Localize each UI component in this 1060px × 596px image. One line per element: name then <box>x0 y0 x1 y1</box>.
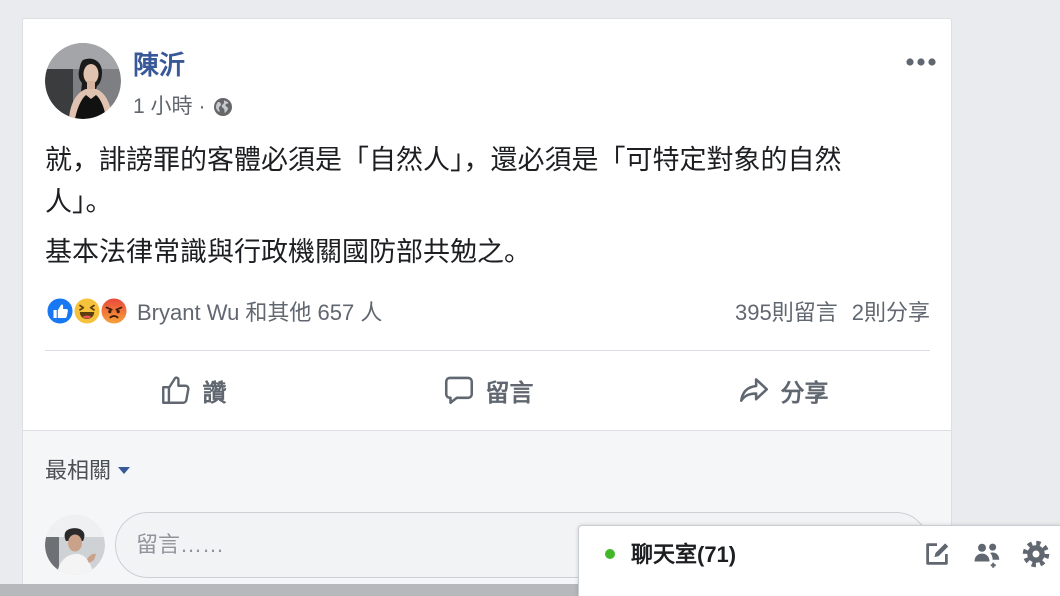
engagement-counts: 395則留言 2則分享 <box>735 295 930 327</box>
post-actions: 讚 留言 分享 <box>45 368 930 412</box>
post-card: 陳沂 1 小時 · 就，誹謗罪的客體必須是「自然人」，還必須是「可特定對象的自然… <box>22 18 952 431</box>
like-button-label: 讚 <box>202 379 227 407</box>
gear-icon[interactable] <box>1021 539 1051 569</box>
author-avatar[interactable] <box>45 43 121 119</box>
like-button[interactable]: 讚 <box>45 368 340 412</box>
globe-icon[interactable] <box>213 97 233 117</box>
thumbs-up-icon <box>159 373 193 407</box>
comment-button-label: 留言 <box>485 379 534 407</box>
friends-icon[interactable] <box>972 539 1002 569</box>
shares-count-link[interactable]: 2則分享 <box>852 295 930 327</box>
more-options-icon[interactable] <box>905 55 937 67</box>
post-paragraph: 基本法律常識與行政機關國防部共勉之。 <box>45 237 531 267</box>
reactions-summary-text: Bryant Wu 和其他 657 人 <box>137 300 383 325</box>
caret-down-icon <box>118 467 131 475</box>
like-reaction-icon <box>45 296 75 326</box>
angry-reaction-icon <box>99 296 129 326</box>
comments-count-link[interactable]: 395則留言 <box>735 295 838 327</box>
post-meta: 1 小時 · <box>133 93 233 121</box>
comment-icon <box>442 373 476 407</box>
chat-bar[interactable]: 聊天室(71) <box>578 525 1060 596</box>
online-status-dot <box>605 549 615 559</box>
reactions-bar: Bryant Wu 和其他 657 人 395則留言 2則分享 <box>45 294 930 328</box>
post-body: 就，誹謗罪的客體必須是「自然人」，還必須是「可特定對象的自然人」。 基本法律常識… <box>45 139 875 281</box>
haha-reaction-icon <box>72 296 102 326</box>
divider <box>45 350 930 351</box>
commenter-avatar[interactable] <box>45 515 105 575</box>
post-time[interactable]: 1 小時 <box>133 93 193 121</box>
reactions-summary[interactable]: Bryant Wu 和其他 657 人 <box>45 295 382 327</box>
share-icon <box>737 373 771 407</box>
compose-icon[interactable] <box>922 539 952 569</box>
comment-button[interactable]: 留言 <box>340 368 635 412</box>
reaction-icons <box>45 296 129 326</box>
comment-sort-label: 最相關 <box>45 458 112 483</box>
share-button[interactable]: 分享 <box>635 368 930 412</box>
meta-separator: · <box>198 95 206 118</box>
chat-label: 聊天室(71) <box>631 542 737 567</box>
author-name[interactable]: 陳沂 <box>133 47 185 83</box>
post-paragraph: 就，誹謗罪的客體必須是「自然人」，還必須是「可特定對象的自然人」。 <box>45 145 842 217</box>
comment-sort-dropdown[interactable]: 最相關 <box>45 457 131 485</box>
share-button-label: 分享 <box>780 379 829 407</box>
